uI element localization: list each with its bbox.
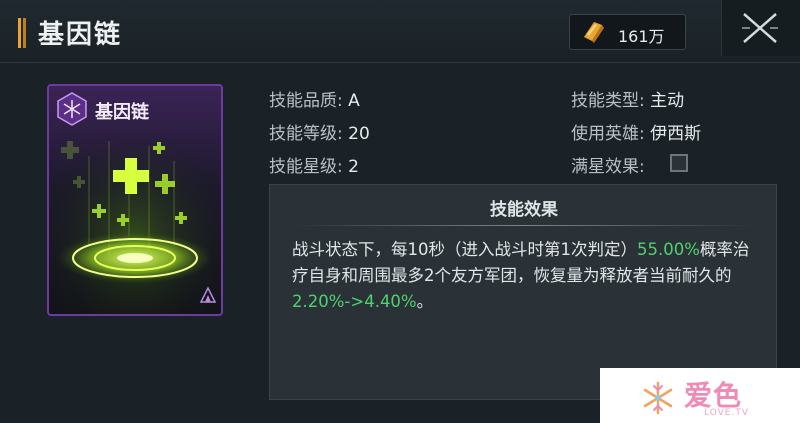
skill-effect-description: 战斗状态下，每10秒（进入战斗时第1次判定）55.00%概率治疗自身和周围最多2… — [292, 237, 762, 315]
currency-display[interactable]: 161万 — [569, 14, 686, 50]
stat-maxstar: 满星效果: — [571, 152, 645, 177]
skill-card[interactable]: 基因链 — [47, 84, 223, 316]
watermark-subtext: LOVE.TV — [704, 408, 749, 418]
stat-quality-label: 技能品质: — [269, 91, 343, 111]
stat-star: 技能星级: 2 — [269, 152, 359, 177]
effect-text-1: 战斗状态下，每10秒（进入战斗时第1次判定） — [292, 240, 637, 259]
close-button[interactable] — [721, 0, 800, 56]
title-accent-mark — [18, 18, 28, 48]
max-star-checkbox[interactable] — [670, 154, 688, 172]
stat-maxstar-label: 满星效果: — [571, 157, 645, 177]
stat-star-label: 技能星级: — [269, 157, 343, 177]
skill-effect-title: 技能效果 — [490, 200, 558, 220]
effect-text-3: 。 — [416, 292, 434, 311]
stat-type-value: 主动 — [650, 91, 685, 111]
stat-level-label: 技能等级: — [269, 124, 343, 144]
stat-quality-value: A — [348, 91, 360, 111]
stat-type-label: 技能类型: — [571, 91, 645, 111]
gold-ingot-icon — [584, 22, 604, 43]
stat-type: 技能类型: 主动 — [571, 86, 684, 111]
purple-rarity-icon — [199, 286, 217, 303]
snowflake-logo-icon — [643, 381, 673, 415]
stat-hero: 使用英雄: 伊西斯 — [571, 119, 701, 144]
skill-card-title: 基因链 — [95, 102, 149, 123]
effect-heal-range: 2.20%->4.40% — [292, 292, 417, 311]
stat-quality: 技能品质: A — [269, 86, 360, 111]
stat-hero-value: 伊西斯 — [650, 124, 702, 144]
effect-divider — [292, 225, 756, 226]
currency-amount: 161万 — [618, 27, 665, 46]
close-x-icon — [742, 13, 778, 43]
gene-hexagon-icon — [57, 92, 87, 126]
watermark: 爱色 LOVE.TV — [600, 368, 800, 423]
stat-level: 技能等级: 20 — [269, 119, 370, 144]
stat-level-value: 20 — [348, 124, 370, 144]
effect-chance-value: 55.00% — [637, 240, 700, 259]
stat-hero-label: 使用英雄: — [571, 124, 645, 144]
page-title: 基因链 — [38, 20, 123, 50]
stat-star-value: 2 — [348, 157, 359, 177]
header-bar: 基因链 161万 — [0, 0, 800, 63]
